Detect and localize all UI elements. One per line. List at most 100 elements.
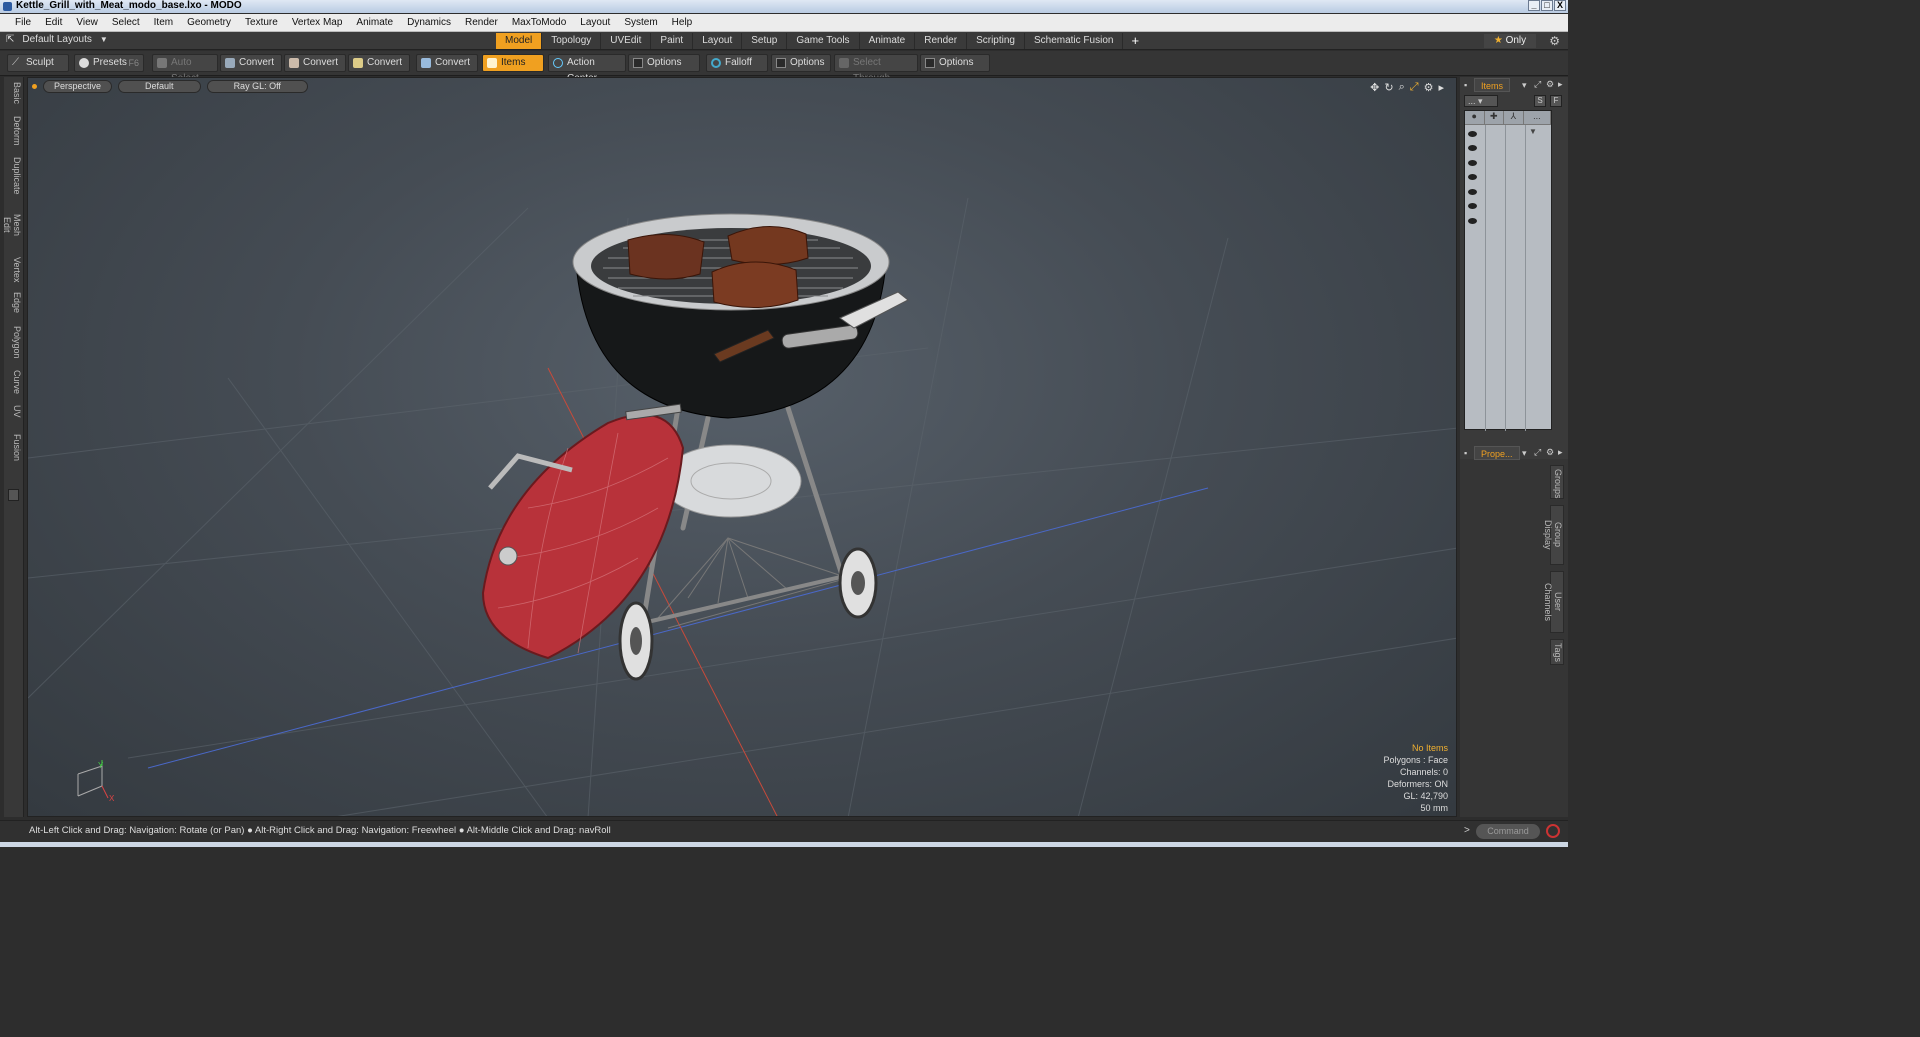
visibility-eye-icon[interactable] [1468, 131, 1478, 139]
chevron-down-icon[interactable]: ▾ [1522, 80, 1527, 91]
visibility-eye-icon[interactable] [1468, 218, 1478, 226]
lock-column-icon[interactable]: ✚ [1485, 111, 1505, 124]
rotate-view-icon[interactable]: ↻ [1384, 81, 1393, 94]
gear-icon[interactable]: ⚙ [1549, 34, 1560, 48]
raygl-button[interactable]: Ray GL: Off [206, 80, 308, 93]
layout-selector[interactable]: ⇱ Default Layouts ▼ [6, 34, 108, 45]
menu-view[interactable]: View [69, 17, 105, 28]
select-through-options-button[interactable]: Options [920, 54, 990, 72]
tab-schematic-fusion[interactable]: Schematic Fusion [1025, 33, 1124, 49]
items-list[interactable]: ● ✚ ⅄ ... ▼ [1464, 110, 1552, 431]
vtab-vertex[interactable]: Vertex [6, 255, 22, 285]
vtab-deform[interactable]: Deform [6, 115, 22, 147]
menu-item[interactable]: Item [147, 17, 180, 28]
vtab-user-channels[interactable]: User Channels [1543, 571, 1564, 633]
menu-animate[interactable]: Animate [349, 17, 400, 28]
options-checkbox[interactable] [776, 58, 786, 68]
panel-more-icon[interactable]: ▸ [1558, 79, 1563, 90]
vtab-mesh-edit[interactable]: Mesh Edit [2, 205, 22, 245]
3d-viewport[interactable]: Y X Perspective Default Ray GL: Off ✥ ↻ … [27, 77, 1457, 817]
vtab-basic[interactable]: Basic [6, 81, 22, 105]
vtab-group-display[interactable]: Group Display [1543, 505, 1564, 565]
chevron-down-icon[interactable]: ▾ [1522, 448, 1527, 459]
tab-items[interactable]: Items [1474, 78, 1511, 92]
viewport-gear-icon[interactable]: ⚙ [1424, 81, 1434, 94]
command-history-icon[interactable]: > [1464, 825, 1470, 836]
tree-expand-icon[interactable]: ▼ [1529, 127, 1537, 136]
panel-gear-icon[interactable]: ⚙ [1546, 447, 1554, 458]
expand-icon[interactable]: ⇱ [6, 34, 14, 45]
tab-game-tools[interactable]: Game Tools [787, 33, 860, 49]
convert-items-button[interactable]: Convert [416, 54, 478, 72]
vtab-groups[interactable]: Groups [1550, 465, 1564, 499]
menu-maxtomodo[interactable]: MaxToModo [505, 17, 573, 28]
move-view-icon[interactable]: ✥ [1370, 81, 1379, 94]
maximize-panel-icon[interactable]: ⤢ [1534, 79, 1541, 90]
menu-dynamics[interactable]: Dynamics [400, 17, 458, 28]
panel-menu-icon[interactable]: ▪ [1464, 448, 1467, 458]
viewport-more-icon[interactable]: ▸ [1438, 81, 1444, 94]
vtab-edge[interactable]: Edge [6, 291, 22, 315]
f-button[interactable]: F [1550, 95, 1562, 107]
sculpt-button[interactable]: ⟋ Sculpt [7, 54, 69, 72]
vtab-duplicate[interactable]: Duplicate [6, 157, 22, 195]
add-tab-icon[interactable]: + [1123, 33, 1147, 49]
type-column-icon[interactable]: ⅄ [1504, 111, 1524, 124]
fit-view-icon[interactable]: ⤢ [1410, 81, 1419, 94]
convert-vertex-button[interactable]: Convert [220, 54, 282, 72]
item-filter-dropdown[interactable]: ... ▾ [1464, 95, 1498, 107]
visibility-eye-icon[interactable] [1468, 145, 1478, 153]
vtab-tags[interactable]: Tags [1550, 639, 1564, 665]
tab-animate[interactable]: Animate [860, 33, 916, 49]
tab-topology[interactable]: Topology [542, 33, 602, 49]
vtab-curve[interactable]: Curve [6, 369, 22, 395]
vtab-polygon[interactable]: Polygon [6, 325, 22, 359]
falloff-options-button[interactable]: Options [771, 54, 831, 72]
visibility-eye-icon[interactable] [1468, 174, 1478, 182]
action-center-button[interactable]: Action Center [548, 54, 626, 84]
visibility-column-icon[interactable]: ● [1465, 111, 1485, 124]
tab-scripting[interactable]: Scripting [967, 33, 1025, 49]
action-center-options-button[interactable]: Options [628, 54, 700, 72]
menu-system[interactable]: System [617, 17, 664, 28]
tab-render[interactable]: Render [915, 33, 968, 49]
vtab-fusion[interactable]: Fusion [6, 433, 22, 463]
maximize-button[interactable]: □ [1541, 0, 1553, 11]
menu-edit[interactable]: Edit [38, 17, 69, 28]
menu-render[interactable]: Render [458, 17, 505, 28]
s-button[interactable]: S [1534, 95, 1546, 107]
command-input[interactable]: Command [1476, 824, 1540, 839]
tab-paint[interactable]: Paint [651, 33, 694, 49]
tab-layout[interactable]: Layout [693, 33, 743, 49]
convert-polygon-button[interactable]: Convert [348, 54, 410, 72]
select-through-button[interactable]: Select Through [834, 54, 918, 84]
minimize-button[interactable]: _ [1528, 0, 1540, 11]
tab-properties[interactable]: Prope... [1474, 446, 1520, 460]
panel-more-icon[interactable]: ▸ [1558, 447, 1563, 458]
zoom-view-icon[interactable]: ⌕ [1399, 81, 1405, 94]
visibility-eye-icon[interactable] [1468, 189, 1478, 197]
auto-select-button[interactable]: Auto Select [152, 54, 218, 84]
visibility-eye-icon[interactable] [1468, 203, 1478, 211]
tool-palette-toggle[interactable] [8, 489, 19, 501]
tab-uvedit[interactable]: UVEdit [601, 33, 652, 49]
items-mode-button[interactable]: Items [482, 54, 544, 72]
only-button[interactable]: ★ Only [1484, 34, 1536, 48]
vtab-uv[interactable]: UV [6, 403, 22, 419]
presets-button[interactable]: Presets F6 [74, 54, 144, 72]
panel-menu-icon[interactable]: ▪ [1464, 80, 1467, 90]
menu-texture[interactable]: Texture [238, 17, 285, 28]
record-macro-icon[interactable] [1546, 824, 1560, 838]
falloff-button[interactable]: Falloff [706, 54, 768, 72]
options-checkbox[interactable] [633, 58, 643, 68]
close-button[interactable]: X [1554, 0, 1566, 11]
panel-gear-icon[interactable]: ⚙ [1546, 79, 1554, 90]
tab-setup[interactable]: Setup [742, 33, 788, 49]
options-checkbox[interactable] [925, 58, 935, 68]
view-type-button[interactable]: Perspective [43, 80, 113, 93]
menu-layout[interactable]: Layout [573, 17, 617, 28]
visibility-eye-icon[interactable] [1468, 160, 1478, 168]
name-column-dots[interactable]: ... [1524, 111, 1551, 124]
menu-vertex-map[interactable]: Vertex Map [285, 17, 350, 28]
menu-select[interactable]: Select [105, 17, 147, 28]
